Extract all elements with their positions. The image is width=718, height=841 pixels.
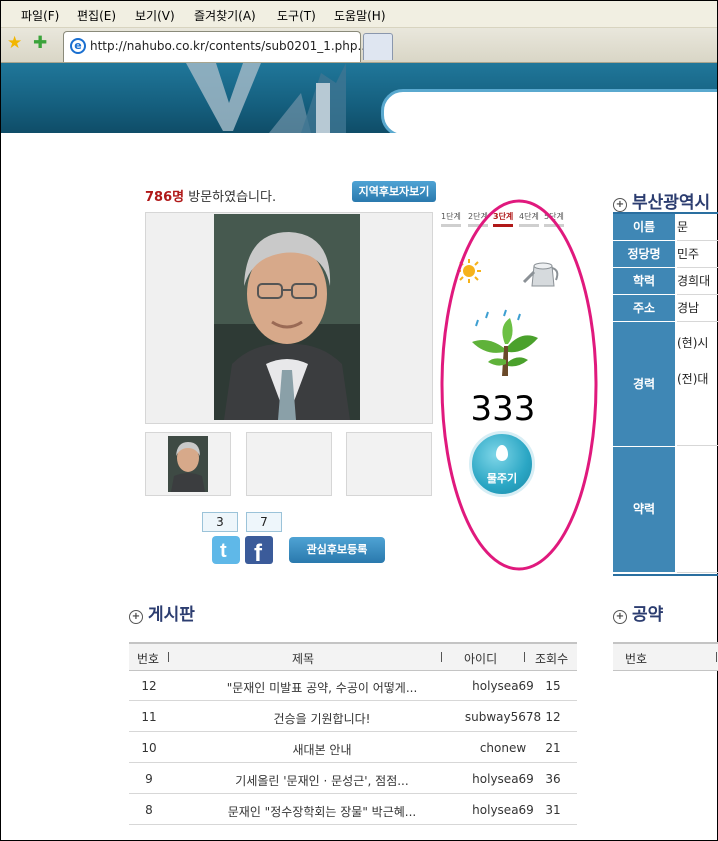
post-title-link[interactable]: 기세올린 '문재인 · 문성근', 점점... (187, 772, 457, 789)
water-count: 333 (470, 389, 536, 429)
board-row[interactable]: 11 건승을 기원합니다! subway5678 12 (129, 701, 577, 732)
info-label-profile: 약력 (613, 447, 675, 573)
add-favorite-icon[interactable]: ✚ (33, 33, 47, 53)
browser-tab[interactable]: e http://nahubo.co.kr/contents/sub0201_1… (63, 31, 369, 62)
board-row[interactable]: 10 새대본 안내 chonew 21 (129, 732, 577, 763)
board-header: 번호 제목 아이디 조회수 (129, 642, 577, 671)
favorites-star-icon[interactable]: ★ (7, 33, 22, 53)
pledge-expand-icon: + (613, 610, 627, 624)
menu-tools[interactable]: 도구(T) (277, 7, 316, 24)
header-title: 제목 (292, 652, 315, 666)
site-banner (1, 63, 717, 133)
menu-file[interactable]: 파일(F) (21, 7, 59, 24)
board-row[interactable]: 12 "문재인 미발표 공약, 수공이 어떻게... holysea69 15 (129, 670, 577, 701)
info-value-party: 민주 (677, 241, 718, 268)
post-title-link[interactable]: 새대본 안내 (187, 741, 457, 758)
water-button[interactable]: 물주기 (469, 431, 535, 497)
tab-url: http://nahubo.co.kr/contents/sub0201_1.p… (90, 39, 369, 53)
menu-bar: 파일(F) 편집(E) 보기(V) 즐겨찾기(A) 도구(T) 도움말(H) (1, 1, 717, 28)
info-label-name: 이름 (613, 214, 675, 241)
tab-bar: ★ ✚ e http://nahubo.co.kr/contents/sub02… (1, 28, 717, 63)
candidate-info-table: 이름 문 정당명 민주 학력 경희대 주소 경남 경력 (현)시 (전)대 약력 (613, 212, 718, 576)
new-tab-button[interactable] (363, 33, 393, 60)
stage-bar-5 (544, 224, 564, 227)
visitor-count: 786명 (145, 190, 185, 205)
info-value-education: 경희대 (677, 268, 718, 295)
header-id: 아이디 (464, 652, 498, 666)
svg-text:f: f (254, 540, 263, 564)
board-row[interactable]: 8 문재인 "정수장학회는 장물" 박근혜... holysea69 31 (129, 794, 577, 825)
facebook-count: 7 (246, 512, 282, 532)
info-value-name: 문 (677, 214, 718, 241)
header-views: 조회수 (535, 652, 569, 666)
post-title-link[interactable]: "문재인 미발표 공약, 수공이 어떻게... (187, 679, 457, 696)
register-interest-button[interactable]: 관심후보등록 (289, 537, 385, 563)
menu-view[interactable]: 보기(V) (135, 7, 175, 24)
water-button-label: 물주기 (486, 472, 518, 485)
stage-bar-3 (493, 224, 513, 227)
sun-icon (457, 259, 481, 283)
stage-1[interactable]: 1단계 (441, 211, 461, 222)
stage-bar-4 (519, 224, 539, 227)
facebook-icon[interactable]: f (245, 536, 273, 564)
tree-icon (472, 309, 538, 376)
board-row[interactable]: 9 기세올린 '문재인 · 문성근', 점점... holysea69 36 (129, 763, 577, 794)
candidate-photo (214, 214, 360, 420)
info-value-address: 경남 (677, 295, 718, 322)
header-no: 번호 (137, 652, 160, 666)
menu-help[interactable]: 도움말(H) (334, 7, 386, 24)
info-value-profile (677, 447, 718, 573)
info-label-education: 학력 (613, 268, 675, 295)
thumbnail-1[interactable] (145, 432, 231, 496)
pledge-title: + 공약 (613, 600, 663, 625)
info-value-career: (현)시 (전)대 (677, 322, 718, 446)
stage-2[interactable]: 2단계 (468, 211, 488, 222)
thumbnail-2[interactable] (246, 432, 332, 496)
region-candidates-button[interactable]: 지역후보자보기 (352, 181, 436, 202)
post-title-link[interactable]: 건승을 기원합니다! (187, 710, 457, 727)
stage-4[interactable]: 4단계 (519, 211, 539, 222)
info-title: + 부산광역시 (613, 188, 718, 213)
visitor-label: 방문하였습니다. (184, 190, 277, 205)
menu-favorites[interactable]: 즐겨찾기(A) (194, 7, 256, 24)
water-drop-icon (496, 445, 508, 461)
post-title-link[interactable]: 문재인 "정수장학회는 장물" 박근혜... (187, 803, 457, 820)
board-title: + 게시판 (129, 600, 195, 625)
watering-can-icon (522, 262, 559, 287)
expand-icon: + (613, 198, 627, 212)
pledge-header-no: 번호 (625, 652, 648, 666)
ie-icon: e (70, 38, 86, 54)
visitor-count-text: 786명 방문하였습니다. (145, 186, 276, 205)
banner-search-box[interactable] (381, 89, 717, 133)
menu-edit[interactable]: 편집(E) (77, 7, 116, 24)
twitter-icon[interactable]: t (212, 536, 240, 564)
info-label-address: 주소 (613, 295, 675, 322)
pledge-header: 번호 (613, 642, 718, 671)
svg-text:t: t (220, 540, 227, 562)
stage-3[interactable]: 3단계 (493, 211, 513, 222)
board-expand-icon: + (129, 610, 143, 624)
main-photo-frame (145, 212, 433, 424)
stage-bar-1 (441, 224, 461, 227)
stage-5[interactable]: 5단계 (544, 211, 564, 222)
twitter-count: 3 (202, 512, 238, 532)
info-label-career: 경력 (613, 322, 675, 447)
thumbnail-photo (168, 436, 208, 492)
stage-bar-2 (468, 224, 488, 227)
thumbnail-3[interactable] (346, 432, 432, 496)
info-label-party: 정당명 (613, 241, 675, 268)
